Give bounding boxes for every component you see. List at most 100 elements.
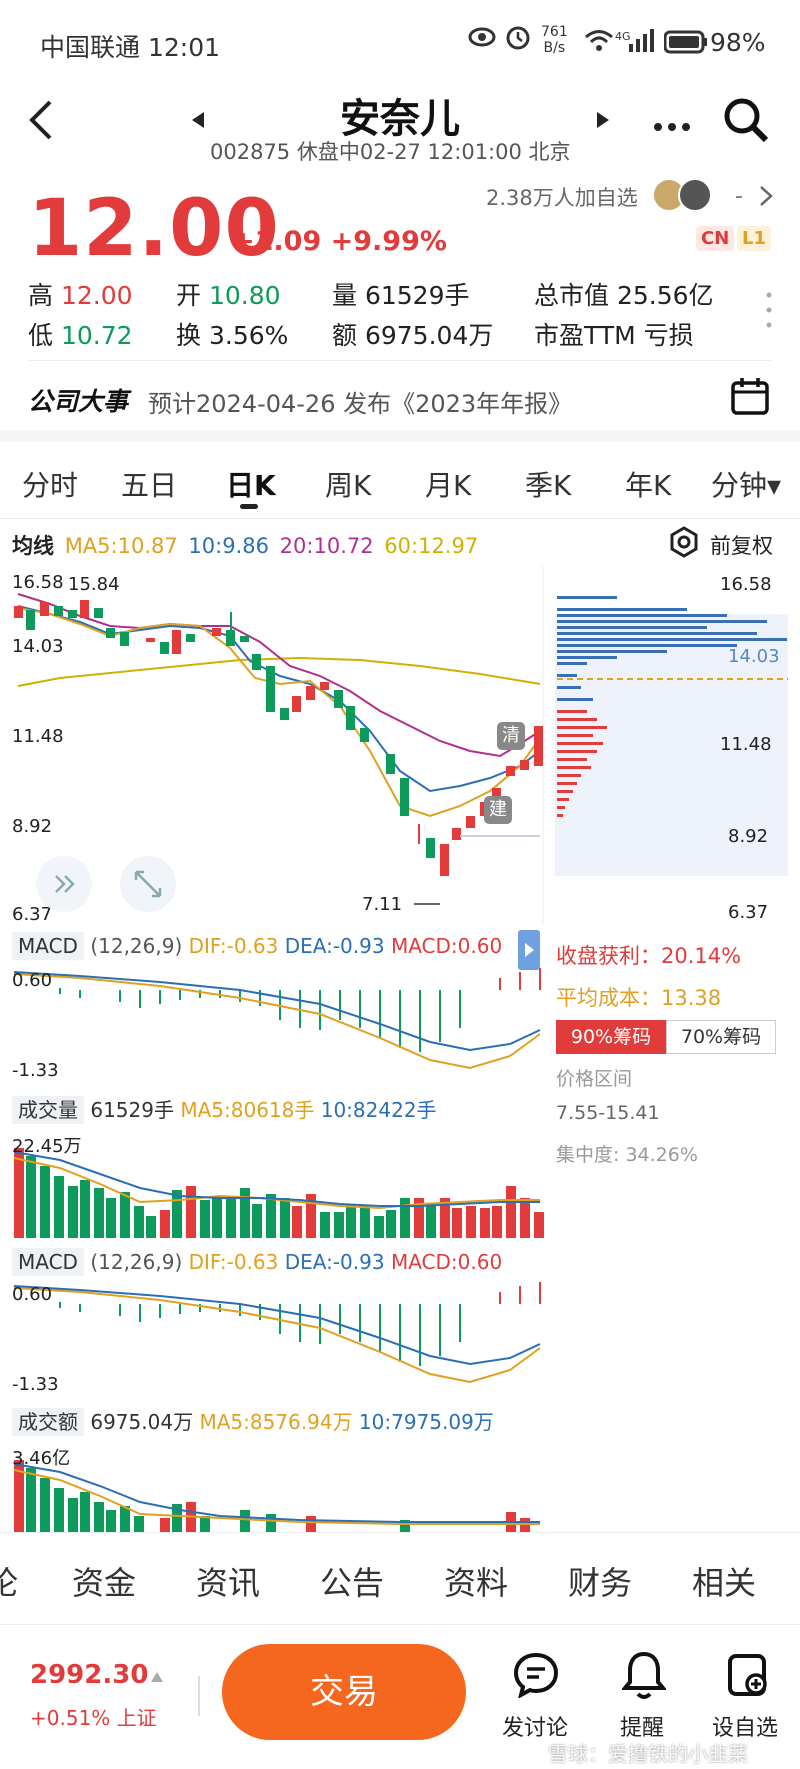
tab-funds[interactable]: 资金 <box>72 1558 136 1604</box>
net-speed: 761 B/s <box>541 24 568 56</box>
tab-announcements[interactable]: 公告 <box>320 1558 384 1604</box>
divider <box>0 518 800 519</box>
clear-position-tag[interactable]: 清 <box>497 722 525 750</box>
tab-related[interactable]: 相关 <box>692 1558 756 1604</box>
tab-five-day[interactable]: 五日 <box>121 464 177 504</box>
watermark: 雪球：爱撸铁的小韭菜 <box>548 1742 748 1766</box>
volume-stat: 量 61529手 <box>332 281 470 310</box>
tab-quarterly-k[interactable]: 季K <box>525 464 571 504</box>
settings-icon[interactable] <box>668 526 700 562</box>
tab-yearly-k[interactable]: 年K <box>625 464 671 504</box>
tab-monthly-k[interactable]: 月K <box>425 464 471 504</box>
macd-legend: MACD (12,26,9) DIF:-0.63 DEA:-0.93 MACD:… <box>12 1248 502 1276</box>
tab-minute[interactable]: 分钟▾ <box>711 464 781 504</box>
macd-axis-bottom: -1.33 <box>12 1060 59 1081</box>
y-axis-label: 8.92 <box>12 816 53 837</box>
watchers-count[interactable]: 2.38万人加自选 <box>486 182 638 212</box>
avatar-more <box>736 196 742 198</box>
trade-button[interactable]: 交易 <box>222 1644 466 1740</box>
high-stat: 高 12.00 <box>28 281 133 310</box>
tab-indicator <box>240 504 258 509</box>
status-carrier: 中国联通 12:01 <box>40 33 221 62</box>
stock-subtitle: 002875 休盘中02-27 12:01:00 北京 <box>210 140 571 164</box>
volume-axis-top: 22.45万 <box>12 1136 82 1157</box>
adjust-mode[interactable]: 前复权 <box>710 530 773 560</box>
search-icon[interactable] <box>722 96 770 148</box>
amount-legend: 成交额 6975.04万 MA5:8576.94万 10:7975.09万 <box>12 1406 494 1436</box>
price-range-value: 7.55-15.41 <box>556 1102 660 1124</box>
macd-axis-bottom: -1.33 <box>12 1374 59 1395</box>
divider <box>28 360 772 361</box>
l1-badge[interactable]: L1 <box>737 226 771 251</box>
wifi-icon <box>584 28 614 56</box>
tab-financials[interactable]: 财务 <box>568 1558 632 1604</box>
index-change: +0.51% 上证 <box>30 1706 157 1730</box>
watchlist-icon[interactable] <box>726 1652 770 1702</box>
low-stat: 低 10.72 <box>28 321 133 350</box>
fullscreen-icon[interactable] <box>120 856 176 912</box>
avatar <box>678 178 712 212</box>
battery-icon <box>663 30 708 58</box>
chevron-right-icon[interactable] <box>758 184 774 212</box>
market-cap-stat: 总市值 25.56亿 <box>534 281 714 310</box>
toggle-panel-icon[interactable] <box>518 930 540 970</box>
expand-stats-icon[interactable] <box>766 292 772 332</box>
index-value[interactable]: 2992.30 <box>30 1660 148 1690</box>
alarm-icon <box>505 24 531 54</box>
volume-chart <box>13 1148 544 1238</box>
signal-icon <box>628 28 654 56</box>
chip-price-label: 11.48 <box>720 734 772 755</box>
section-gap <box>0 430 800 442</box>
company-event-text[interactable]: 预计2024-04-26 发布《2023年年报》 <box>148 384 572 419</box>
low-marker-label: 7.11 <box>362 894 403 915</box>
pe-stat: 市盈TTM 亏损 <box>534 321 694 350</box>
triangle-up-icon <box>150 1668 164 1687</box>
price-change: +1.09 +9.99% <box>232 226 447 257</box>
amount-stat: 额 6975.04万 <box>332 321 494 350</box>
volume-legend: 成交量 61529手 MA5:80618手 10:82422手 <box>12 1094 437 1124</box>
macd-axis-top: 0.60 <box>12 1284 53 1305</box>
build-position-tag[interactable]: 建 <box>484 796 512 824</box>
tab-news[interactable]: 资讯 <box>196 1558 260 1604</box>
y-axis-label: 16.58 <box>12 572 64 593</box>
chip-price-label: 8.92 <box>728 826 769 847</box>
y-axis-label: 14.03 <box>12 636 64 657</box>
company-events-label: 公司大事 <box>28 387 129 416</box>
bell-icon[interactable] <box>620 1650 668 1704</box>
discuss-icon[interactable] <box>512 1652 560 1702</box>
divider <box>198 1676 200 1716</box>
more-icon[interactable] <box>652 118 692 137</box>
back-icon[interactable] <box>26 98 56 146</box>
macd-legend: MACD (12,26,9) DIF:-0.63 DEA:-0.93 MACD:… <box>12 932 502 960</box>
y-axis-label: 11.48 <box>12 726 64 747</box>
eye-icon <box>468 26 496 47</box>
concentration: 集中度: 34.26% <box>556 1144 698 1166</box>
ma-legend: 均线 MA5:10.87 10:9.86 20:10.72 60:12.97 <box>12 534 479 558</box>
average-cost: 平均成本：13.38 <box>556 986 722 1010</box>
price-range-label: 价格区间 <box>556 1068 633 1090</box>
macd-chart <box>13 968 541 1070</box>
prev-stock-icon[interactable] <box>190 110 206 134</box>
cn-badge[interactable]: CN <box>696 226 735 251</box>
calendar-icon[interactable] <box>730 376 770 420</box>
chip-price-label: 6.37 <box>728 902 769 923</box>
chip-price-label: 16.58 <box>720 574 772 595</box>
amount-axis-top: 3.46亿 <box>12 1448 71 1469</box>
turnover-stat: 换 3.56% <box>176 321 289 350</box>
tab-intraday[interactable]: 分时 <box>22 464 78 504</box>
profit-ratio: 收盘获利：20.14% <box>556 944 742 968</box>
chip-price-label: 14.03 <box>728 646 780 667</box>
expand-icon[interactable] <box>36 856 92 912</box>
macd-axis-top: 0.60 <box>12 970 53 991</box>
high-marker-label: 15.84 <box>68 574 120 595</box>
tab-weekly-k[interactable]: 周K <box>325 464 371 504</box>
tab-90-chips[interactable]: 90%筹码 <box>556 1020 666 1054</box>
tab-discussion[interactable]: 论 <box>0 1558 18 1604</box>
tab-daily-k[interactable]: 日K <box>226 464 276 504</box>
macd-chart <box>13 1282 541 1384</box>
amount-chart <box>13 1460 540 1532</box>
next-stock-icon[interactable] <box>595 110 611 134</box>
tab-70-chips[interactable]: 70%筹码 <box>666 1020 776 1054</box>
tab-profile[interactable]: 资料 <box>444 1558 508 1604</box>
open-stat: 开 10.80 <box>176 281 281 310</box>
